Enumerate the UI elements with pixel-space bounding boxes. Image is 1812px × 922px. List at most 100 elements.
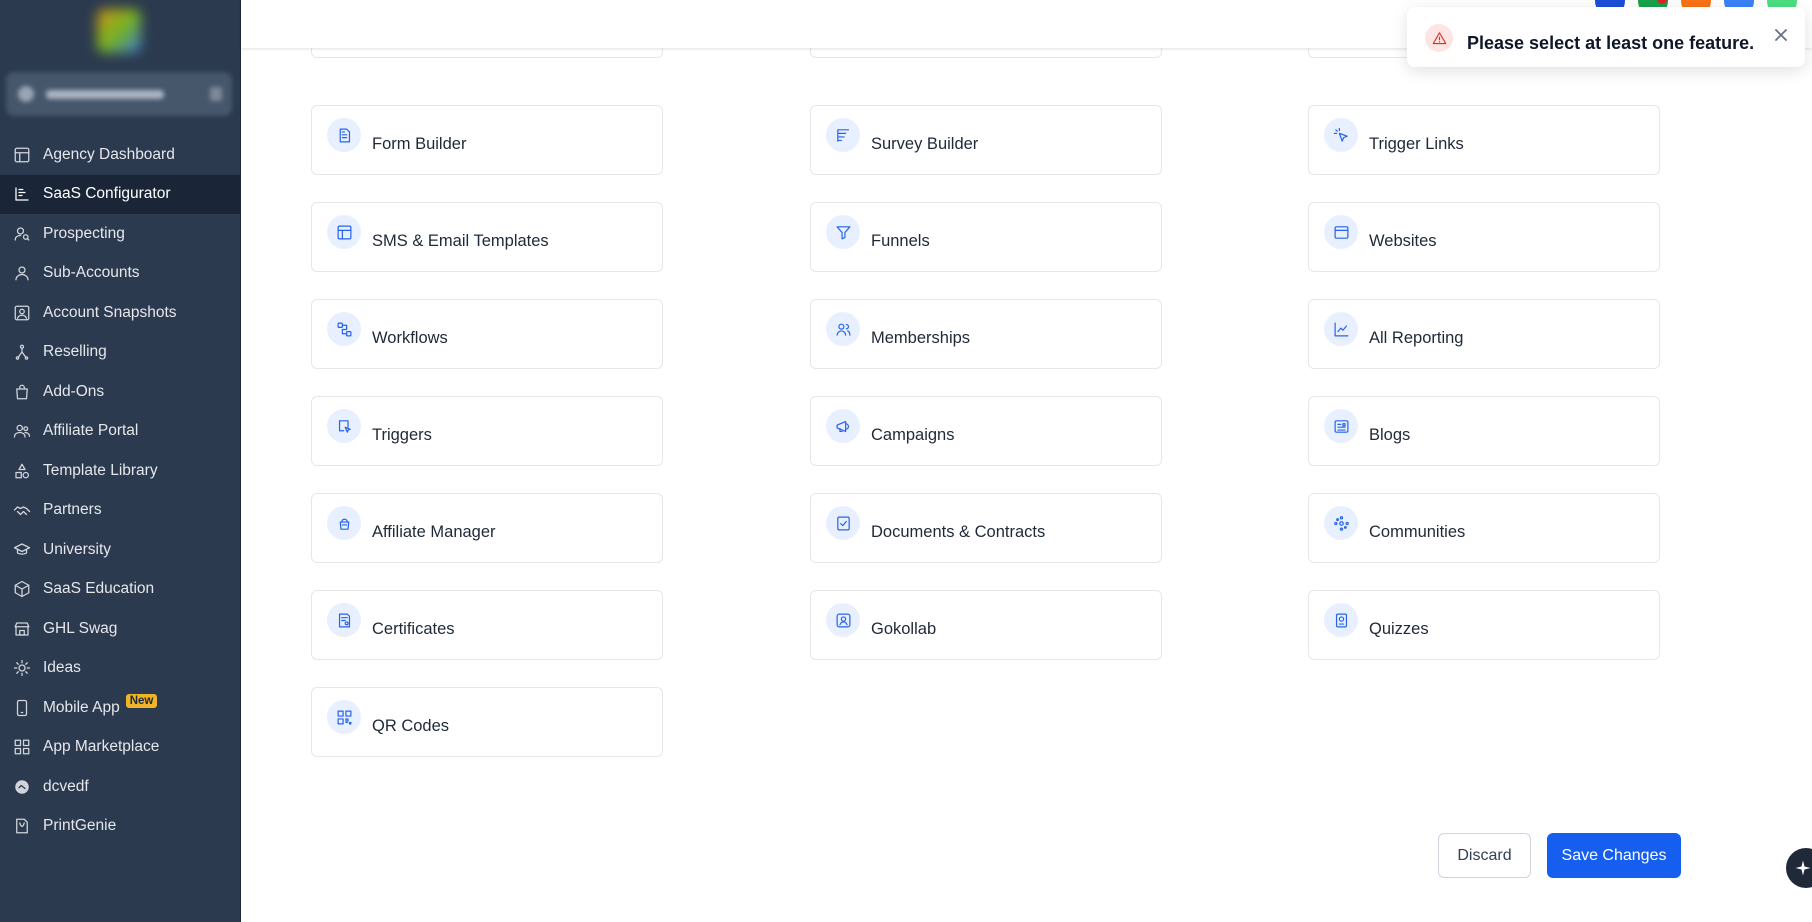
feature-card-all-reporting[interactable]: All Reporting (1308, 299, 1660, 369)
feature-label: Campaigns (871, 425, 955, 444)
sidebar-item-label: Partners (43, 501, 102, 519)
sidebar-item-sub-accounts[interactable]: Sub-Accounts (0, 254, 240, 294)
feature-label: Affiliate Manager (372, 522, 496, 541)
browser-icon (1324, 215, 1358, 249)
graduation-icon (13, 541, 31, 559)
feature-label: Websites (1369, 231, 1437, 250)
survey-icon (826, 118, 860, 152)
feature-label: Communities (1369, 522, 1466, 541)
new-badge: New (125, 693, 158, 708)
line-chart-icon (1324, 312, 1358, 346)
sidebar-item-prospecting[interactable]: Prospecting (0, 214, 240, 254)
feature-label: Survey Builder (871, 134, 979, 153)
sidebar-item-agency-dashboard[interactable]: Agency Dashboard (0, 135, 240, 175)
sidebar-item-label: Prospecting (43, 224, 125, 242)
sidebar-item-label: Mobile App (43, 698, 120, 716)
sidebar-item-label: University (43, 540, 112, 558)
store-icon (13, 620, 31, 638)
template-icon (327, 215, 361, 249)
feature-card-affiliate-manager[interactable]: Affiliate Manager (311, 493, 663, 563)
feature-card-blogs[interactable]: Blogs (1308, 396, 1660, 466)
sidebar-item-label: Template Library (43, 461, 158, 479)
sidebar-item-partners[interactable]: Partners (0, 491, 240, 531)
dashboard-icon (13, 146, 31, 164)
sidebar-item-mobile-app[interactable]: Mobile App New (0, 688, 240, 728)
document-check-icon (826, 506, 860, 540)
feature-card-websites[interactable]: Websites (1308, 202, 1660, 272)
quiz-icon (1324, 603, 1358, 637)
location-switcher[interactable] (6, 72, 232, 116)
sidebar-item-printgenie[interactable]: PrintGenie (0, 807, 240, 847)
sidebar-item-label: SaaS Configurator (43, 185, 171, 203)
sidebar-item-affiliate-portal[interactable]: Affiliate Portal (0, 412, 240, 452)
feature-label: Workflows (372, 328, 448, 347)
location-name-blurred (46, 90, 164, 99)
sidebar-item-saas-education[interactable]: SaaS Education (0, 570, 240, 610)
feature-card-form-builder[interactable]: Form Builder (311, 105, 663, 175)
feature-card-workflows[interactable]: Workflows (311, 299, 663, 369)
cursor-click-icon (1324, 118, 1358, 152)
sidebar-item-label: Add-Ons (43, 382, 105, 400)
sidebar-item-account-snapshots[interactable]: Account Snapshots (0, 293, 240, 333)
feature-card-sms-email-templates[interactable]: SMS & Email Templates (311, 202, 663, 272)
phone-icon (13, 699, 31, 717)
close-icon[interactable] (1773, 27, 1793, 47)
feature-card-funnels[interactable]: Funnels (810, 202, 1162, 272)
blog-icon (1324, 409, 1358, 443)
cube-icon (13, 580, 31, 598)
feature-card-memberships[interactable]: Memberships (810, 299, 1162, 369)
members-icon (826, 312, 860, 346)
sidebar-item-reselling[interactable]: Reselling (0, 333, 240, 373)
affiliate-icon (327, 506, 361, 540)
discard-button[interactable]: Discard (1438, 833, 1531, 878)
ai-assistant-button[interactable] (1786, 848, 1812, 888)
configurator-icon (13, 185, 31, 203)
feature-card-trigger-links[interactable]: Trigger Links (1308, 105, 1660, 175)
sidebar-item-template-library[interactable]: Template Library (0, 451, 240, 491)
sidebar-item-add-ons[interactable]: Add-Ons (0, 372, 240, 412)
sidebar-item-label: GHL Swag (43, 619, 118, 637)
sidebar-item-ghl-swag[interactable]: GHL Swag (0, 609, 240, 649)
lightbulb-icon (13, 659, 31, 677)
feature-label: Memberships (871, 328, 971, 347)
sidebar-item-label: dcvedf (43, 777, 89, 795)
feature-card-communities[interactable]: Communities (1308, 493, 1660, 563)
feature-label: Funnels (871, 231, 930, 250)
location-icon (18, 86, 34, 102)
sidebar-item-dcvedf[interactable]: dcvedf (0, 767, 240, 807)
feature-card-gokollab[interactable]: Gokollab (810, 590, 1162, 660)
sidebar-nav: Agency Dashboard SaaS Configurator Prospec… (0, 135, 240, 846)
trigger-icon (327, 409, 361, 443)
location-toggle-icon (210, 87, 222, 101)
feature-label: All Reporting (1369, 328, 1464, 347)
feature-label: Blogs (1369, 425, 1411, 444)
agency-logo[interactable] (97, 9, 141, 53)
sidebar-item-saas-configurator[interactable]: SaaS Configurator (0, 174, 240, 214)
user-icon (13, 264, 31, 282)
feature-card-triggers[interactable]: Triggers (311, 396, 663, 466)
error-toast: Please select at least one feature. (1407, 7, 1805, 67)
sparkle-icon (1795, 860, 1811, 876)
prospecting-icon (13, 225, 31, 243)
printgenie-icon (13, 817, 31, 835)
communities-icon (1324, 506, 1358, 540)
sidebar-item-university[interactable]: University (0, 530, 240, 570)
feature-card-certificates[interactable]: Certificates (311, 590, 663, 660)
save-changes-button[interactable]: Save Changes (1547, 833, 1681, 878)
sidebar: Agency Dashboard SaaS Configurator Prospec… (0, 0, 241, 922)
feature-card-campaigns[interactable]: Campaigns (810, 396, 1162, 466)
sidebar-item-app-marketplace[interactable]: App Marketplace (0, 728, 240, 768)
feature-card-documents-contracts[interactable]: Documents & Contracts (810, 493, 1162, 563)
sidebar-item-label: Ideas (43, 659, 81, 677)
feature-card-quizzes[interactable]: Quizzes (1308, 590, 1660, 660)
sidebar-item-label: SaaS Education (43, 580, 155, 598)
feature-label: QR Codes (372, 716, 450, 735)
reselling-icon (13, 343, 31, 361)
sidebar-item-label: Sub-Accounts (43, 264, 140, 282)
feature-card-survey-builder[interactable]: Survey Builder (810, 105, 1162, 175)
feature-card-qr-codes[interactable]: QR Codes (311, 687, 663, 757)
sidebar-item-label: Agency Dashboard (43, 145, 175, 163)
qr-code-icon (327, 700, 361, 734)
sidebar-item-ideas[interactable]: Ideas (0, 649, 240, 689)
shapes-icon (13, 462, 31, 480)
